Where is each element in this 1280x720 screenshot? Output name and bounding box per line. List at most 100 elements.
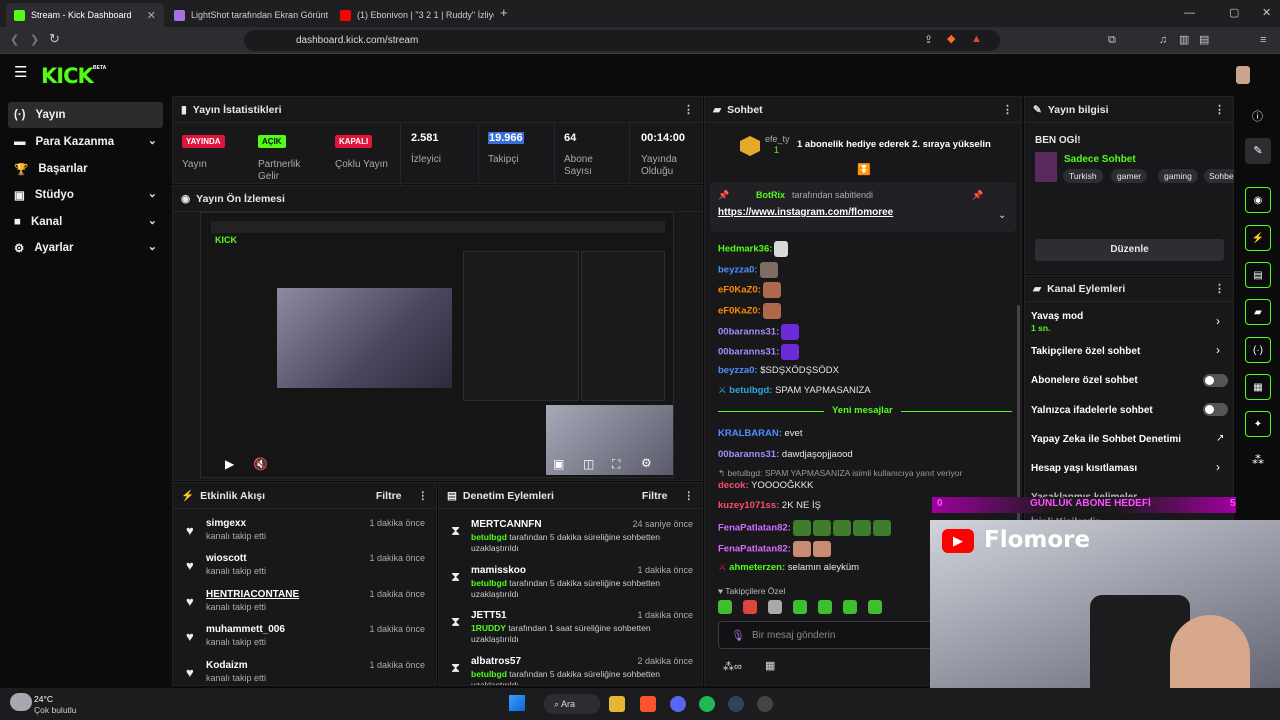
- app-icon[interactable]: [757, 696, 773, 712]
- sidebar-item-ayarlar[interactable]: ⚙ Ayarlar ⌄: [8, 235, 163, 261]
- pinned-author[interactable]: BotRix: [756, 190, 785, 200]
- moderated-user[interactable]: JETT51: [471, 610, 507, 621]
- browser-tab-lightshot[interactable]: LightShot tarafından Ekran Görüntüs ✕: [166, 3, 328, 27]
- filter-button[interactable]: Filtre: [376, 490, 402, 502]
- list-item[interactable]: ♥ simgexx kanalı takip etti 1 dakika önc…: [173, 518, 435, 554]
- pinned-link[interactable]: https://www.instagram.com/flomoree: [718, 207, 893, 218]
- moderated-user[interactable]: albatros57: [471, 656, 521, 667]
- list-item[interactable]: ⧗ mamisskoo 1 dakika önce betulbgd taraf…: [439, 565, 702, 609]
- follower-name[interactable]: wioscott: [206, 553, 247, 564]
- fullscreen-icon[interactable]: ⛶: [612, 457, 620, 472]
- chat-user[interactable]: Hedmark36:: [718, 244, 772, 255]
- mute-icon[interactable]: 🔇: [253, 457, 268, 471]
- follower-name[interactable]: muhammett_006: [206, 624, 285, 635]
- brave-icon[interactable]: [640, 696, 656, 712]
- gift-prompt[interactable]: 1 abonelik hediye ederek 2. sıraya yükse…: [797, 139, 991, 150]
- broadcast-icon[interactable]: (·): [1245, 337, 1271, 363]
- hamburger-menu-icon[interactable]: ☰: [14, 65, 27, 80]
- more-options-icon[interactable]: ⋮: [1214, 282, 1225, 295]
- chat-user[interactable]: eF0KaZ0:: [718, 306, 761, 317]
- tag[interactable]: gaming: [1158, 169, 1198, 183]
- clip-icon[interactable]: ▣: [553, 457, 564, 471]
- info-icon[interactable]: ⓘ: [1252, 108, 1263, 124]
- follower-name[interactable]: Kodaizm: [206, 660, 248, 671]
- chat-user[interactable]: kuzey1071ss:: [718, 500, 779, 511]
- chat-user[interactable]: FenaPatlatan82:: [718, 544, 791, 555]
- list-item[interactable]: ⧗ albatros57 2 dakika önce betulbgd tara…: [439, 656, 702, 685]
- moderator-name[interactable]: 1RUDDY: [471, 623, 506, 633]
- close-tab-icon[interactable]: ✕: [147, 9, 156, 22]
- more-options-icon[interactable]: ⋮: [1214, 103, 1225, 116]
- stream-preview-video[interactable]: KICK ▶ 🔇 ▣ ◫ ⛶ ⚙: [200, 212, 674, 478]
- close-window-icon[interactable]: ✕: [1262, 7, 1271, 19]
- microphone-icon[interactable]: 🎙: [731, 629, 745, 642]
- moderator-name[interactable]: betulbgd: [471, 669, 507, 679]
- sidebar-item-studyo[interactable]: ▣ Stüdyo ⌄: [8, 182, 163, 208]
- back-icon[interactable]: ❮: [10, 34, 19, 46]
- filter-button[interactable]: Filtre: [642, 490, 668, 502]
- emote-button[interactable]: [868, 600, 883, 614]
- subscribers-only-toggle[interactable]: [1203, 374, 1228, 387]
- chat-user[interactable]: ahmeterzen:: [729, 562, 785, 573]
- chat-user[interactable]: betulbgd:: [729, 385, 772, 396]
- pen-icon[interactable]: ✎: [1245, 138, 1271, 164]
- scroll-down-icon[interactable]: ⏬: [857, 163, 871, 176]
- chat-input[interactable]: 🎙 Bir mesaj gönderin: [718, 621, 948, 649]
- chat-user[interactable]: beyzza0:: [718, 365, 758, 376]
- new-tab-icon[interactable]: +: [500, 6, 508, 19]
- more-options-icon[interactable]: ⋮: [684, 490, 695, 502]
- document-icon[interactable]: ▤: [1245, 262, 1271, 288]
- chat-user[interactable]: 00baranns31:: [718, 347, 779, 358]
- list-item[interactable]: ♥ Kodaizm kanalı takip etti 1 dakika önc…: [173, 660, 435, 685]
- moderated-user[interactable]: MERTCANNFN: [471, 519, 542, 530]
- chat-user[interactable]: 00baranns31:: [718, 327, 779, 338]
- forward-icon[interactable]: ❯: [30, 34, 39, 46]
- browser-tab-youtube[interactable]: (1) Ebonivon | "3 2 1 | Ruddy" İzliyor ✕: [332, 3, 494, 27]
- list-item[interactable]: ♥ wioscott kanalı takip etti 1 dakika ön…: [173, 553, 435, 589]
- ai-moderation-item[interactable]: Yapay Zeka ile Sohbet Denetimi: [1031, 434, 1181, 445]
- wallet-icon[interactable]: ▤: [1199, 34, 1209, 46]
- address-bar[interactable]: dashboard.kick.com/stream: [244, 30, 1000, 51]
- emote-picker-icon[interactable]: ⁂∞: [723, 660, 742, 673]
- sidebar-item-basarilar[interactable]: 🏆 Başarılar: [8, 156, 163, 182]
- reload-icon[interactable]: ↻: [49, 32, 60, 45]
- more-options-icon[interactable]: ⋮: [1002, 103, 1013, 116]
- edit-button[interactable]: Düzenle: [1035, 239, 1224, 261]
- lightning-icon[interactable]: ⚡: [1245, 225, 1271, 251]
- wrench-icon[interactable]: ✦: [1245, 411, 1271, 437]
- external-link-icon[interactable]: ↗: [1216, 433, 1224, 444]
- brave-shield-icon[interactable]: ◆: [947, 33, 955, 45]
- tag[interactable]: Turkish: [1063, 169, 1103, 183]
- file-explorer-icon[interactable]: [609, 696, 625, 712]
- list-item[interactable]: ♥ HENTRIACONTANE kanalı takip etti 1 dak…: [173, 589, 435, 625]
- reply-context[interactable]: ↰ betulbgd: SPAM YAPMASANIZA isimli kull…: [718, 468, 962, 479]
- sidebar-toggle-icon[interactable]: ▥: [1179, 34, 1189, 46]
- unpin-icon[interactable]: 📌: [972, 190, 983, 201]
- emote-button[interactable]: [818, 600, 833, 614]
- chevron-down-icon[interactable]: ⌄: [998, 210, 1006, 221]
- chat-user[interactable]: beyzza0:: [718, 265, 758, 276]
- emote-button[interactable]: [718, 600, 732, 614]
- list-item[interactable]: ♥ muhammett_006 kanalı takip etti 1 daki…: [173, 624, 435, 660]
- gift-leader-name[interactable]: efe_ty: [765, 134, 790, 144]
- tag[interactable]: Sohbet: [1204, 169, 1234, 183]
- discord-icon[interactable]: [670, 696, 686, 712]
- pip-icon[interactable]: ◫: [583, 457, 594, 471]
- minimize-icon[interactable]: —: [1184, 7, 1195, 19]
- more-options-icon[interactable]: ⋮: [683, 103, 694, 116]
- sidebar-item-yayin[interactable]: (·) Yayın: [8, 102, 163, 128]
- chat-user[interactable]: 00baranns31:: [718, 449, 779, 460]
- settings-icon[interactable]: ⚙: [641, 456, 652, 470]
- follower-name[interactable]: simgexx: [206, 518, 246, 529]
- store-icon[interactable]: ▦: [765, 659, 775, 672]
- emote-button[interactable]: [768, 600, 783, 614]
- chat-user[interactable]: decok:: [718, 480, 749, 491]
- emote-button[interactable]: [793, 600, 808, 614]
- sidebar-item-para-kazanma[interactable]: ▬ Para Kazanma ⌄: [8, 129, 163, 155]
- account-age-item[interactable]: Hesap yaşı kısıtlaması: [1031, 463, 1137, 474]
- chat-user[interactable]: eF0KaZ0:: [718, 285, 761, 296]
- kick-logo[interactable]: KICK: [41, 64, 94, 88]
- menu-icon[interactable]: ≡: [1260, 34, 1266, 46]
- chevron-right-icon[interactable]: ›: [1216, 343, 1220, 357]
- chat-user[interactable]: FenaPatlatan82:: [718, 523, 791, 534]
